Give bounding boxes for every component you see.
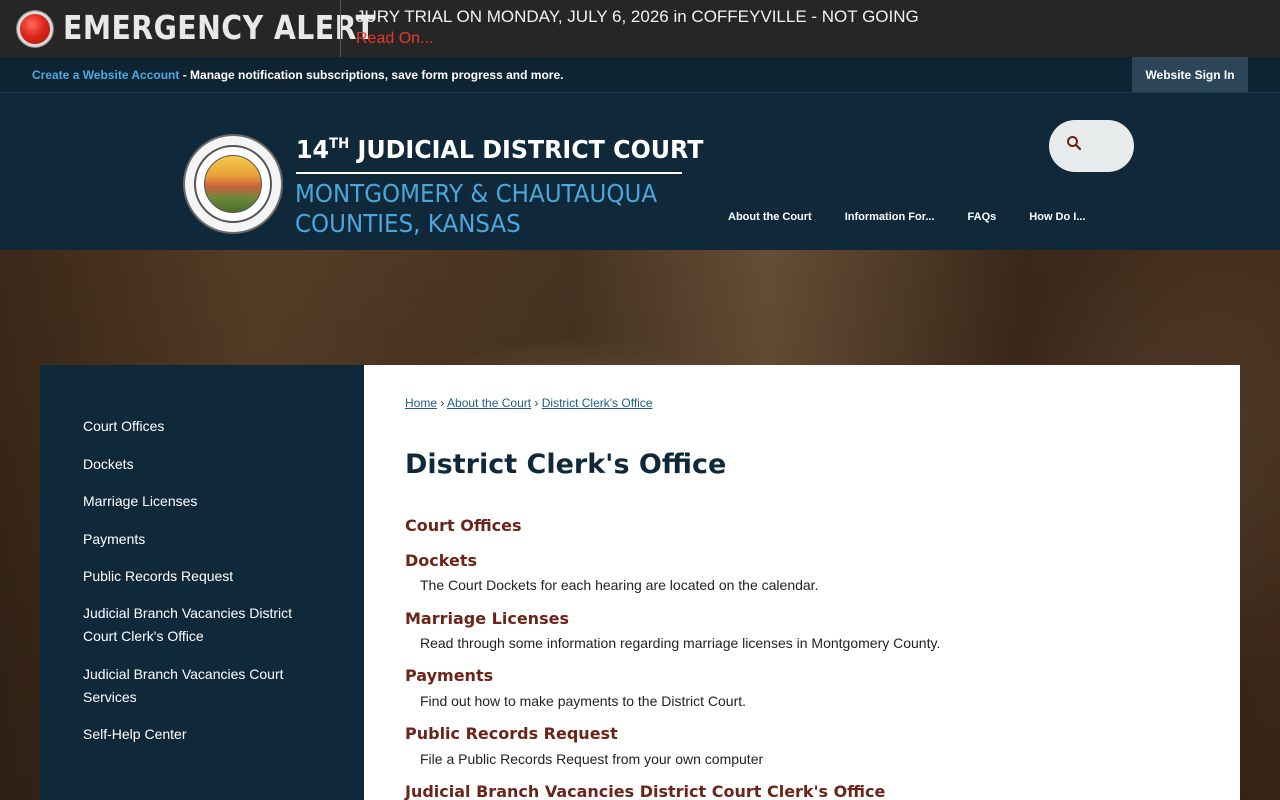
account-text: Create a Website Account - Manage notifi… [32,68,563,82]
section-marriage-licenses-link[interactable]: Marriage Licenses [405,609,569,628]
logo-divider [296,172,682,174]
seal-landscape [204,155,262,213]
alert-title: EMERGENCY ALERT [63,8,376,47]
section-public-records-request-description: File a Public Records Request from your … [420,751,764,767]
alert-divider [340,0,341,57]
create-account-link[interactable]: Create a Website Account [32,68,179,82]
alert-read-on-link[interactable]: Read On... [356,30,433,48]
section-vacancies-clerks-office-link[interactable]: Judicial Branch Vacancies District Court… [405,782,885,800]
section-court-offices-link[interactable]: Court Offices [405,516,522,535]
sidebar-item-dockets[interactable]: Dockets [83,453,323,476]
emergency-alert-bar: EMERGENCY ALERT JURY TRIAL ON MONDAY, JU… [0,0,1280,57]
account-description: - Manage notification subscriptions, sav… [179,68,564,82]
kansas-seal-icon[interactable] [183,134,283,234]
breadcrumb-separator: › [437,396,448,410]
search-button[interactable] [1049,120,1134,172]
seal-ring [194,145,272,223]
site-title[interactable]: 14TH JUDICIAL DISTRICT COURT [296,135,703,164]
nav-faqs[interactable]: FAQs [968,211,997,223]
section-marriage-licenses-description: Read through some information regarding … [420,635,941,651]
breadcrumb-district-clerks-office[interactable]: District Clerk's Office [542,396,653,410]
section-dockets-description: The Court Dockets for each hearing are l… [420,577,819,593]
search-icon [1067,136,1082,151]
main-content: Home › About the Court › District Clerk'… [364,365,1240,800]
sidebar-item-payments[interactable]: Payments [83,528,323,551]
page-title: District Clerk's Office [405,449,727,480]
breadcrumb-about-the-court[interactable]: About the Court [447,396,531,410]
sidebar-item-vacancies-clerks-office[interactable]: Judicial Branch Vacancies District Court… [83,602,323,648]
sidebar-nav: Court Offices Dockets Marriage Licenses … [40,365,364,800]
sidebar-item-court-offices[interactable]: Court Offices [83,415,323,438]
section-payments-link[interactable]: Payments [405,666,493,685]
section-payments-description: Find out how to make payments to the Dis… [420,693,747,709]
site-subtitle[interactable]: MONTGOMERY & CHAUTAUQUA COUNTIES, KANSAS [295,179,657,239]
sidebar-item-marriage-licenses[interactable]: Marriage Licenses [83,490,323,513]
main-nav: About the Court Information For... FAQs … [728,211,1119,223]
site-subtitle-line2: COUNTIES, KANSAS [295,209,521,238]
website-sign-in-button[interactable]: Website Sign In [1132,57,1248,92]
breadcrumb-home[interactable]: Home [405,396,437,410]
alert-dot-icon [17,11,53,47]
nav-how-do-i[interactable]: How Do I... [1029,211,1085,223]
site-subtitle-line1: MONTGOMERY & CHAUTAUQUA [295,179,658,208]
sidebar-item-self-help-center[interactable]: Self-Help Center [83,723,323,746]
breadcrumb-separator: › [531,396,542,410]
nav-information-for[interactable]: Information For... [845,211,935,223]
site-title-number: 14 [296,135,330,164]
sidebar-item-public-records-request[interactable]: Public Records Request [83,565,323,588]
site-header: 14TH JUDICIAL DISTRICT COURT MONTGOMERY … [0,93,1280,250]
breadcrumb: Home › About the Court › District Clerk'… [405,396,653,410]
sidebar-item-vacancies-court-services[interactable]: Judicial Branch Vacancies Court Services [83,663,323,709]
account-bar: Create a Website Account - Manage notifi… [0,57,1280,93]
site-title-rest: JUDICIAL DISTRICT COURT [349,135,704,164]
site-title-ordinal: TH [329,136,350,152]
alert-message: JURY TRIAL ON MONDAY, JULY 6, 2026 in CO… [356,7,919,26]
section-public-records-request-link[interactable]: Public Records Request [405,724,618,743]
nav-about-the-court[interactable]: About the Court [728,211,812,223]
section-dockets-link[interactable]: Dockets [405,551,477,570]
